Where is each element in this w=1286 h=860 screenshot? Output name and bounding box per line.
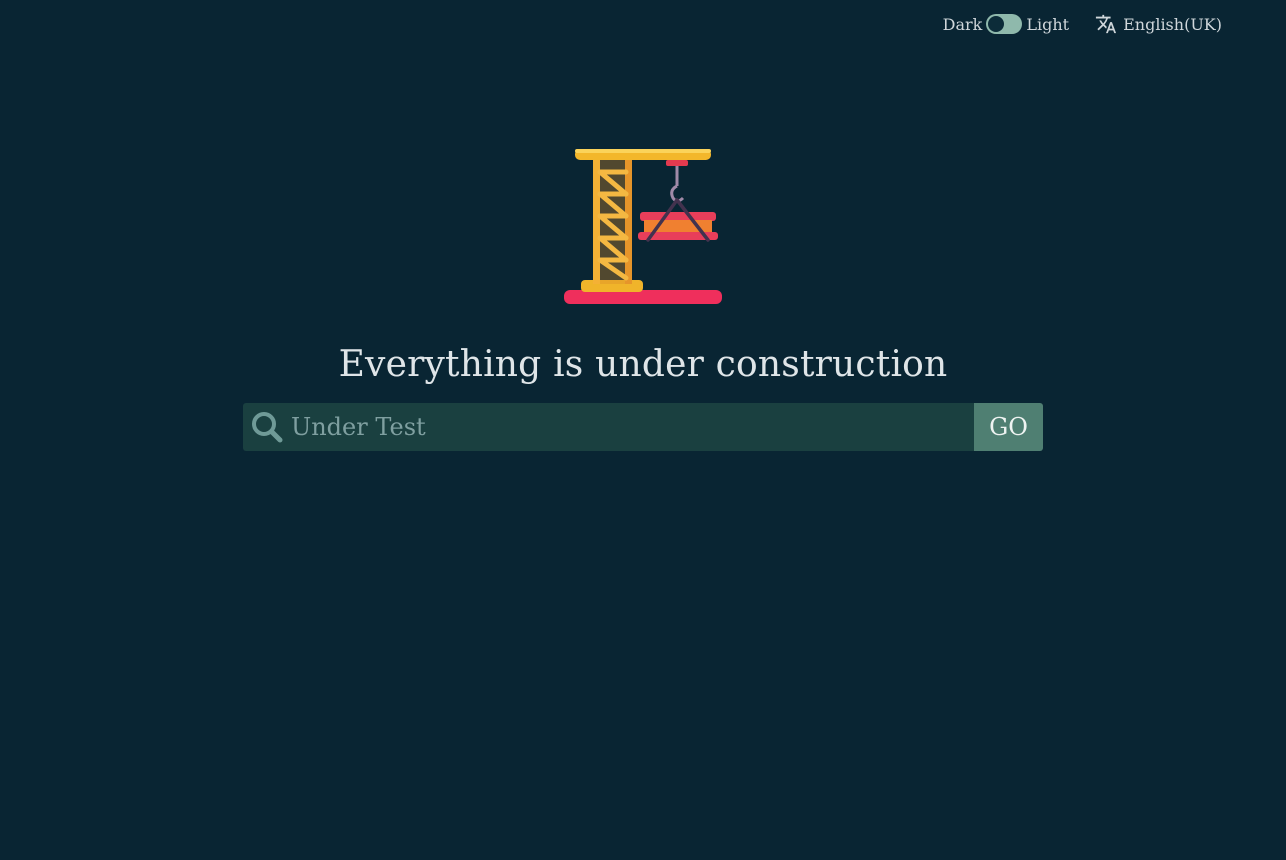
dark-label: Dark	[942, 14, 983, 34]
light-label: Light	[1026, 14, 1070, 34]
construction-crane-icon	[560, 144, 726, 304]
top-bar: Dark Light English(UK)	[943, 12, 1222, 36]
language-label: English(UK)	[1123, 14, 1222, 34]
switch-knob	[988, 16, 1005, 32]
search-input[interactable]	[291, 403, 974, 451]
page-headline: Everything is under construction	[338, 344, 948, 385]
search-bar: GO	[243, 403, 1043, 451]
search-field	[243, 403, 974, 451]
go-button[interactable]: GO	[974, 403, 1043, 451]
language-selector[interactable]: English(UK)	[1095, 13, 1222, 35]
translate-icon	[1095, 13, 1117, 35]
search-icon	[243, 403, 291, 451]
theme-toggle[interactable]: Dark Light	[943, 14, 1069, 34]
theme-switch[interactable]	[986, 14, 1023, 34]
